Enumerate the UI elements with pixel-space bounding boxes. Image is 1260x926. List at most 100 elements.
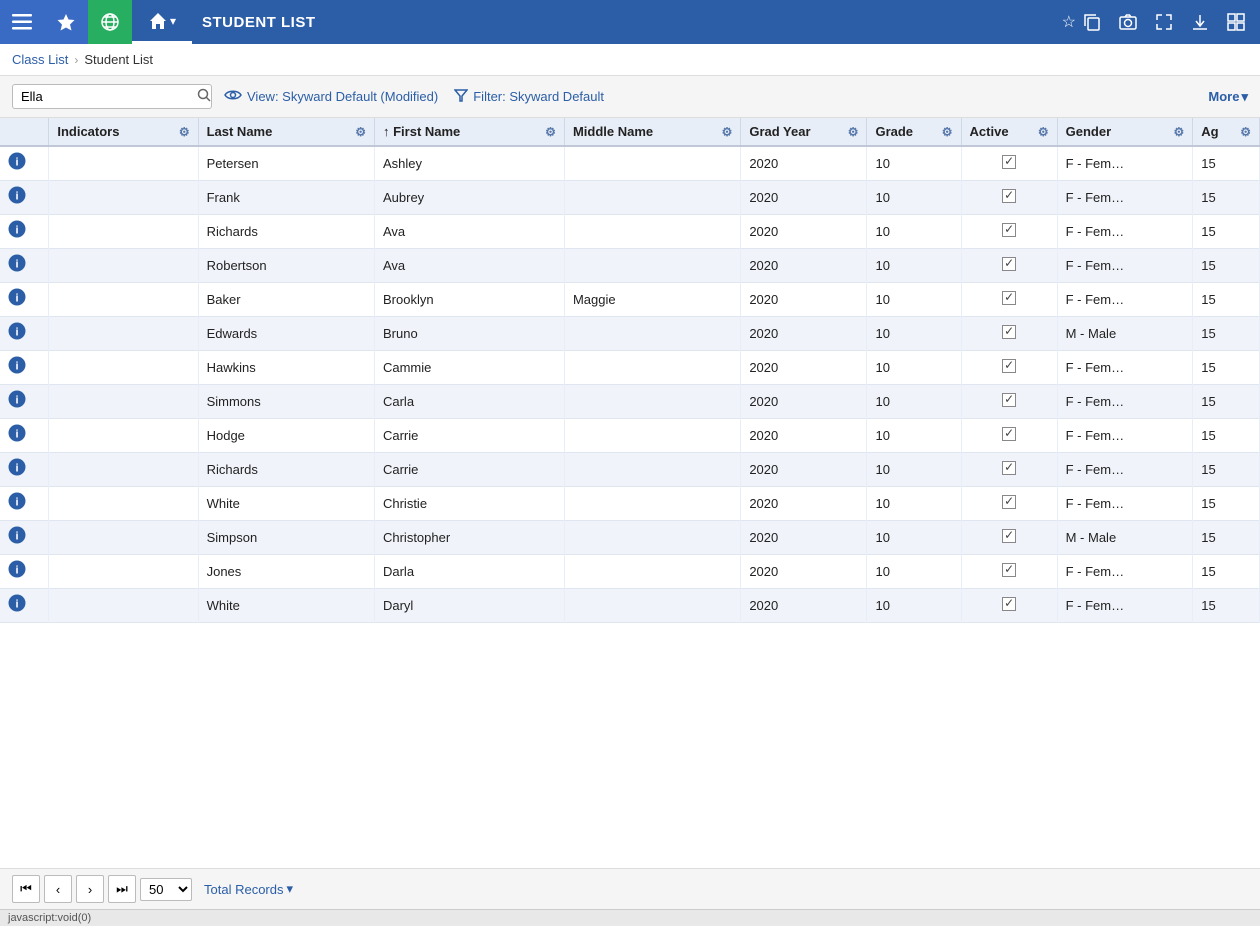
grad-year-gear-icon[interactable]: ⚙ [848, 125, 859, 139]
grad-year-cell: 2020 [741, 249, 867, 283]
active-checkbox[interactable] [1002, 495, 1016, 509]
active-cell [961, 283, 1057, 317]
first-page-button[interactable]: ⏮ [12, 875, 40, 903]
indicators-cell [49, 283, 198, 317]
info-icon[interactable]: i [8, 259, 26, 276]
view-label: View: Skyward Default (Modified) [247, 89, 438, 104]
active-checkbox[interactable] [1002, 597, 1016, 611]
gender-cell: F - Fem… [1057, 385, 1193, 419]
age-cell: 15 [1193, 146, 1260, 181]
middle-name-cell: Maggie [564, 283, 740, 317]
info-icon[interactable]: i [8, 327, 26, 344]
middle-name-cell [564, 555, 740, 589]
favorite-star-icon[interactable]: ☆ [1062, 12, 1076, 32]
gender-cell: F - Fem… [1057, 351, 1193, 385]
grade-cell: 10 [867, 589, 961, 623]
info-icon[interactable]: i [8, 565, 26, 582]
gender-cell: F - Fem… [1057, 181, 1193, 215]
active-cell [961, 385, 1057, 419]
active-checkbox[interactable] [1002, 223, 1016, 237]
filter-selector[interactable]: Filter: Skyward Default [454, 88, 604, 105]
table-row: i Simmons Carla 2020 10 F - Fem… 15 [0, 385, 1260, 419]
active-checkbox[interactable] [1002, 393, 1016, 407]
last-page-button[interactable]: ⏭ [108, 875, 136, 903]
download-icon[interactable] [1184, 6, 1216, 38]
last-name-gear-icon[interactable]: ⚙ [355, 125, 366, 139]
age-cell: 15 [1193, 589, 1260, 623]
active-checkbox[interactable] [1002, 325, 1016, 339]
grade-cell: 10 [867, 555, 961, 589]
info-icon[interactable]: i [8, 429, 26, 446]
indicators-cell [49, 453, 198, 487]
info-icon[interactable]: i [8, 157, 26, 174]
prev-page-button[interactable]: ‹ [44, 875, 72, 903]
indicators-cell [49, 249, 198, 283]
per-page-select[interactable]: 50 100 200 [140, 878, 192, 901]
info-icon[interactable]: i [8, 497, 26, 514]
age-cell: 15 [1193, 249, 1260, 283]
middle-name-cell [564, 351, 740, 385]
grid-icon[interactable] [1220, 6, 1252, 38]
copy-icon[interactable] [1076, 6, 1108, 38]
svg-text:i: i [15, 191, 18, 203]
home-button[interactable]: ▾ [132, 0, 192, 44]
col-grad-year: Grad Year ⚙ [741, 118, 867, 146]
info-icon[interactable]: i [8, 361, 26, 378]
info-cell: i [0, 181, 49, 215]
active-checkbox[interactable] [1002, 359, 1016, 373]
active-cell [961, 146, 1057, 181]
gender-gear-icon[interactable]: ⚙ [1174, 125, 1185, 139]
next-page-button[interactable]: › [76, 875, 104, 903]
info-cell: i [0, 317, 49, 351]
first-name-cell: Carla [374, 385, 564, 419]
gender-cell: F - Fem… [1057, 283, 1193, 317]
info-icon[interactable]: i [8, 225, 26, 242]
info-icon[interactable]: i [8, 293, 26, 310]
view-selector[interactable]: View: Skyward Default (Modified) [224, 89, 438, 104]
total-records-label: Total Records [204, 882, 283, 897]
favorites-button[interactable] [44, 0, 88, 44]
info-icon[interactable]: i [8, 395, 26, 412]
col-last-name: Last Name ⚙ [198, 118, 374, 146]
middle-name-cell [564, 589, 740, 623]
info-cell: i [0, 555, 49, 589]
first-name-cell: Bruno [374, 317, 564, 351]
active-checkbox[interactable] [1002, 461, 1016, 475]
active-checkbox[interactable] [1002, 155, 1016, 169]
info-icon[interactable]: i [8, 191, 26, 208]
active-checkbox[interactable] [1002, 563, 1016, 577]
col-middle-name: Middle Name ⚙ [564, 118, 740, 146]
grad-year-cell: 2020 [741, 385, 867, 419]
table-body: i Petersen Ashley 2020 10 F - Fem… 15 i [0, 146, 1260, 623]
more-button[interactable]: More ▾ [1208, 89, 1248, 105]
indicators-gear-icon[interactable]: ⚙ [179, 125, 190, 139]
grade-cell: 10 [867, 385, 961, 419]
info-icon[interactable]: i [8, 531, 26, 548]
active-checkbox[interactable] [1002, 257, 1016, 271]
grade-gear-icon[interactable]: ⚙ [942, 125, 953, 139]
last-name-cell: Baker [198, 283, 374, 317]
expand-icon[interactable] [1148, 6, 1180, 38]
camera-icon[interactable] [1112, 6, 1144, 38]
active-checkbox[interactable] [1002, 427, 1016, 441]
globe-button[interactable] [88, 0, 132, 44]
info-icon[interactable]: i [8, 599, 26, 616]
table-row: i White Christie 2020 10 F - Fem… 15 [0, 487, 1260, 521]
grad-year-cell: 2020 [741, 487, 867, 521]
breadcrumb-class-list[interactable]: Class List [12, 52, 68, 67]
search-input[interactable] [21, 89, 197, 104]
info-icon[interactable]: i [8, 463, 26, 480]
first-name-gear-icon[interactable]: ⚙ [545, 125, 556, 139]
active-checkbox[interactable] [1002, 291, 1016, 305]
info-cell: i [0, 146, 49, 181]
active-checkbox[interactable] [1002, 189, 1016, 203]
indicators-cell [49, 146, 198, 181]
hamburger-menu-button[interactable] [0, 0, 44, 44]
middle-name-gear-icon[interactable]: ⚙ [722, 125, 733, 139]
total-records[interactable]: Total Records ▾ [204, 881, 293, 897]
active-checkbox[interactable] [1002, 529, 1016, 543]
active-cell [961, 317, 1057, 351]
age-gear-icon[interactable]: ⚙ [1240, 125, 1251, 139]
search-icon[interactable] [197, 88, 211, 105]
active-gear-icon[interactable]: ⚙ [1038, 125, 1049, 139]
